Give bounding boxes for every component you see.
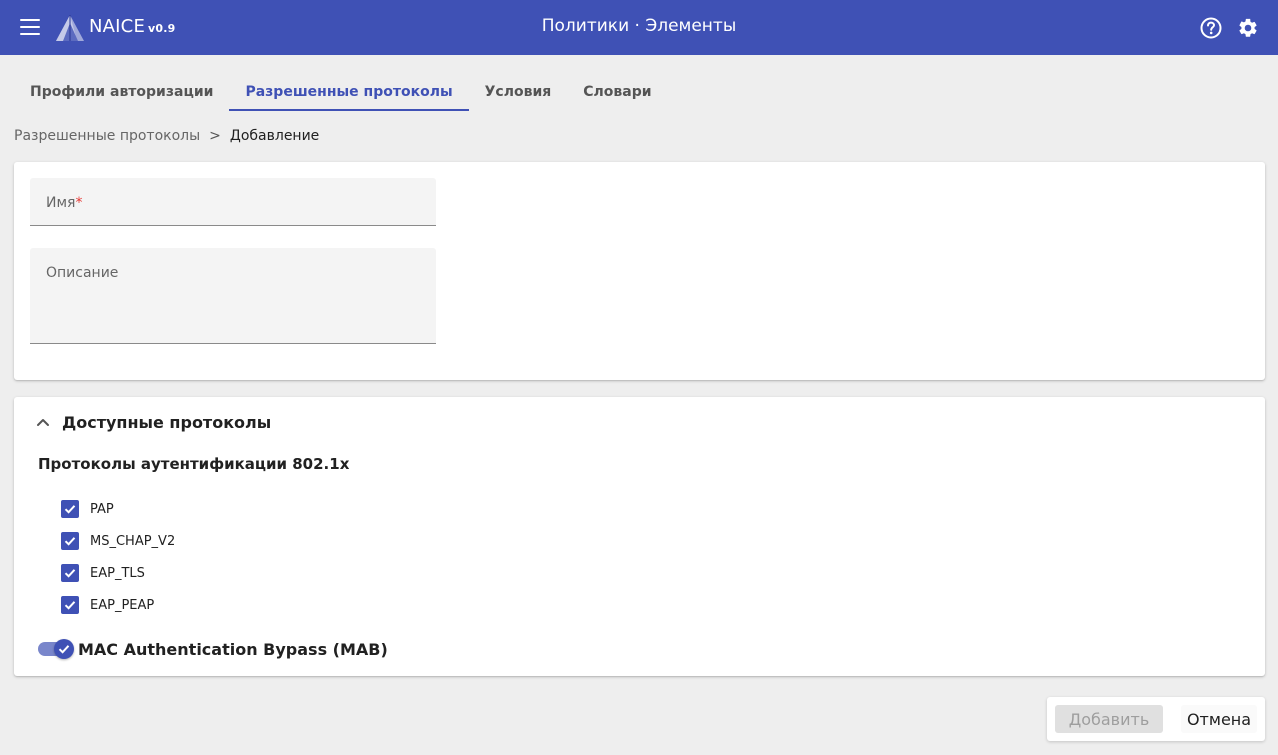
breadcrumb: Разрешенные протоколы > Добавление — [14, 128, 319, 144]
protocol-checkbox-pap[interactable]: PAP — [61, 500, 114, 518]
checkbox-checked-icon — [61, 564, 79, 582]
checkbox-checked-icon — [61, 500, 79, 518]
breadcrumb-separator: > — [209, 128, 221, 144]
protocol-label: EAP_PEAP — [90, 597, 155, 613]
checkbox-checked-icon — [61, 596, 79, 614]
protocol-checkbox-eap-tls[interactable]: EAP_TLS — [61, 564, 145, 582]
tab-bar: Профили авторизации Разрешенные протокол… — [14, 72, 668, 112]
auth-protocols-section-title: Протоколы аутентификации 802.1x — [38, 455, 350, 473]
name-field[interactable]: Имя* — [30, 178, 436, 226]
protocols-accordion-title: Доступные протоколы — [62, 413, 272, 432]
gear-icon[interactable] — [1237, 17, 1259, 39]
form-actions: Добавить Отмена — [1047, 697, 1265, 741]
description-field[interactable]: Описание — [30, 248, 436, 344]
tab-dictionaries[interactable]: Словари — [567, 72, 667, 111]
chevron-up-icon — [37, 418, 49, 426]
protocol-label: MS_CHAP_V2 — [90, 533, 176, 549]
required-mark: * — [75, 195, 83, 211]
name-field-label: Имя* — [46, 195, 83, 211]
protocols-card: Доступные протоколы Протоколы аутентифик… — [14, 397, 1265, 676]
tab-conditions[interactable]: Условия — [469, 72, 568, 111]
breadcrumb-current: Добавление — [229, 128, 320, 144]
cancel-button[interactable]: Отмена — [1181, 705, 1257, 733]
page-title: Политики · Элементы — [541, 16, 737, 36]
protocol-checkbox-eap-peap[interactable]: EAP_PEAP — [61, 596, 154, 614]
protocols-accordion-header[interactable]: Доступные протоколы — [34, 413, 271, 432]
protocol-label: PAP — [90, 501, 114, 517]
add-button[interactable]: Добавить — [1055, 705, 1163, 733]
tab-authorization-profiles[interactable]: Профили авторизации — [14, 72, 229, 111]
protocol-label: EAP_TLS — [90, 565, 145, 581]
help-circle-icon[interactable] — [1200, 17, 1222, 39]
breadcrumb-parent-link[interactable]: Разрешенные протоколы — [14, 128, 200, 144]
form-card: Имя* Описание — [14, 162, 1265, 380]
mab-label: MAC Authentication Bypass (MAB) — [78, 639, 388, 659]
protocol-checkbox-ms-chap-v2[interactable]: MS_CHAP_V2 — [61, 532, 175, 550]
app-header: NAICE v0.9 Политики · Элементы — [0, 0, 1278, 55]
mab-toggle-row[interactable]: MAC Authentication Bypass (MAB) — [38, 637, 388, 661]
description-field-label: Описание — [46, 265, 119, 281]
checkbox-checked-icon — [61, 532, 79, 550]
mab-toggle[interactable] — [38, 637, 76, 661]
check-icon — [54, 639, 74, 659]
tab-allowed-protocols[interactable]: Разрешенные протоколы — [229, 72, 469, 111]
